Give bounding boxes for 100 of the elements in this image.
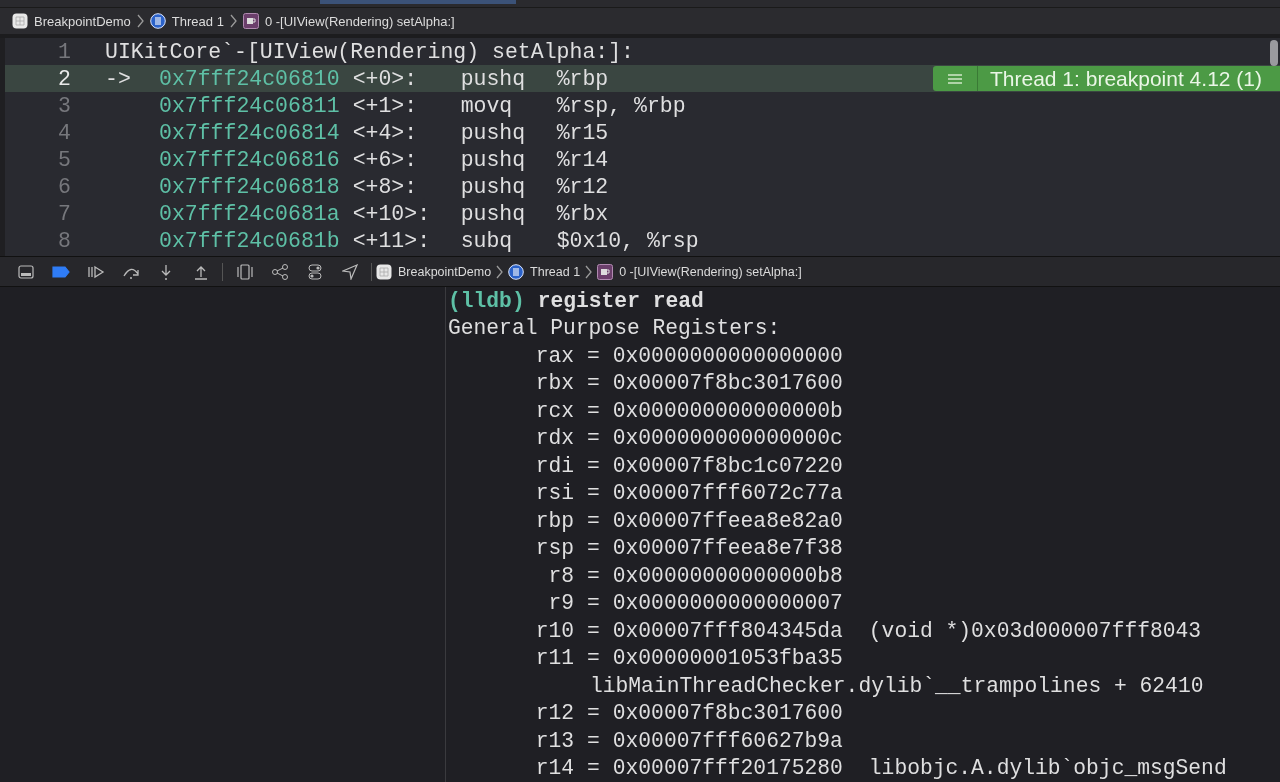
equals-sign: = [587, 563, 600, 588]
register-value: 0x00007ffeea8e7f38 [612, 536, 843, 561]
address-text: 0x7fff24c0681b [159, 228, 340, 253]
register-value: 0x00007fff60627b9a [612, 728, 843, 753]
register-value: 0x00007f8bc3017600 [612, 701, 843, 726]
register-value: 0x00000001053fba35 [612, 646, 843, 671]
operand-text: %r14 [556, 147, 609, 172]
address-text: 0x7fff24c06814 [159, 120, 340, 145]
register-value: 0x0000000000000000 [612, 343, 843, 368]
register-name: rdi [534, 453, 574, 478]
equals-sign: = [587, 536, 600, 561]
code-text: UIKitCore`-[UIView(Rendering) setAlpha:]: [105, 39, 634, 64]
equals-sign: = [587, 453, 600, 478]
scrollbar-thumb[interactable] [1270, 40, 1278, 66]
symbol-text: libMainThreadChecker.dylib`__trampolines + 62410 [589, 673, 1204, 698]
command-text: register read [537, 288, 704, 313]
mnemonic-text: subq [460, 228, 514, 253]
register-note: libobjc.A.dylib`objc_msgSend [868, 756, 1227, 781]
operand-text: %r15 [556, 120, 609, 145]
equals-sign: = [587, 646, 600, 671]
app-icon [12, 13, 28, 29]
register-name: r11 [534, 646, 574, 671]
register-value: 0x00007f8bc3017600 [612, 371, 843, 396]
breadcrumb-item[interactable]: Thread 1 [508, 263, 581, 280]
equals-sign: = [587, 701, 600, 726]
register-name: rsi [534, 481, 574, 506]
offset-text: <+11>: [352, 228, 432, 253]
breadcrumb-item[interactable]: BreakpointDemo [376, 263, 492, 280]
line-number: 1 [57, 39, 72, 64]
address-text: 0x7fff24c06816 [159, 147, 340, 172]
breadcrumb-item[interactable]: BreakpointDemo [12, 13, 131, 29]
thread-icon [508, 263, 525, 280]
pc-arrow: -> [105, 66, 131, 91]
breadcrumb-item[interactable]: 0 -[UIView(Rendering) setAlpha:] [242, 13, 455, 29]
register-value: 0x00007fff6072c77a [612, 481, 843, 506]
line-number: 8 [57, 228, 72, 253]
register-value: 0x00007fff20175280 [612, 756, 843, 781]
equals-sign: = [587, 728, 600, 753]
equals-sign: = [587, 343, 600, 368]
operand-text: $0x10, %rsp [556, 228, 699, 253]
equals-sign: = [587, 398, 600, 423]
register-value: 0x000000000000000c [612, 426, 843, 451]
equals-sign: = [587, 371, 600, 396]
offset-text: <+0>: [352, 66, 419, 91]
register-value: 0x00007fff804345da [612, 618, 843, 643]
line-number: 5 [57, 147, 72, 172]
equals-sign: = [587, 618, 600, 643]
register-name: rdx [534, 426, 574, 451]
equals-sign: = [587, 508, 600, 533]
output-text: General Purpose Registers: [448, 316, 781, 341]
line-number: 7 [57, 201, 72, 226]
register-name: r14 [534, 756, 574, 781]
mnemonic-text: pushq [460, 66, 527, 91]
address-text: 0x7fff24c06811 [159, 93, 340, 118]
equals-sign: = [587, 756, 600, 781]
line-number: 2 [57, 66, 72, 91]
lldb-prompt: (lldb) [448, 288, 525, 313]
breadcrumb-item[interactable]: Thread 1 [149, 13, 224, 29]
chevron-icon [585, 264, 593, 279]
line-number: 3 [57, 93, 72, 118]
register-name: r10 [534, 618, 574, 643]
operand-text: %rsp, %rbp [556, 93, 686, 118]
line-number: 4 [57, 120, 72, 145]
register-name: r13 [534, 728, 574, 753]
offset-text: <+6>: [352, 147, 419, 172]
offset-text: <+10>: [352, 201, 432, 226]
register-name: r12 [534, 701, 574, 726]
register-name: r8 [547, 563, 574, 588]
mnemonic-text: pushq [460, 147, 527, 172]
chevron-icon [496, 264, 504, 279]
operand-text: %rbp [556, 66, 609, 91]
operand-text: %rbx [556, 201, 609, 226]
operand-text: %r12 [556, 174, 609, 199]
register-value: 0x00007f8bc1c07220 [612, 453, 843, 478]
register-value: 0x00000000000000b8 [612, 563, 843, 588]
register-name: r9 [547, 591, 574, 616]
mnemonic-text: pushq [460, 201, 527, 226]
offset-text: <+1>: [352, 93, 419, 118]
register-name: rbp [534, 508, 574, 533]
address-text: 0x7fff24c0681a [159, 201, 340, 226]
register-name: rax [534, 343, 574, 368]
register-name: rbx [534, 371, 574, 396]
register-value: 0x0000000000000007 [612, 591, 843, 616]
frame-icon [242, 13, 259, 29]
address-text: 0x7fff24c06818 [159, 174, 340, 199]
register-name: rsp [534, 536, 574, 561]
register-note: (void *)0x03d000007fff8043 [868, 618, 1202, 643]
mnemonic-text: pushq [460, 120, 527, 145]
equals-sign: = [587, 426, 600, 451]
breadcrumb-item[interactable]: 0 -[UIView(Rendering) setAlpha:] [597, 263, 802, 280]
register-name: rcx [534, 398, 574, 423]
register-value: 0x000000000000000b [612, 398, 843, 423]
thread-icon [149, 13, 166, 29]
equals-sign: = [587, 481, 600, 506]
mnemonic-text: movq [460, 93, 514, 118]
app-icon [376, 263, 392, 280]
address-text: 0x7fff24c06810 [159, 66, 340, 91]
mnemonic-text: pushq [460, 174, 527, 199]
register-value: 0x00007ffeea8e82a0 [612, 508, 843, 533]
line-number: 6 [57, 174, 72, 199]
